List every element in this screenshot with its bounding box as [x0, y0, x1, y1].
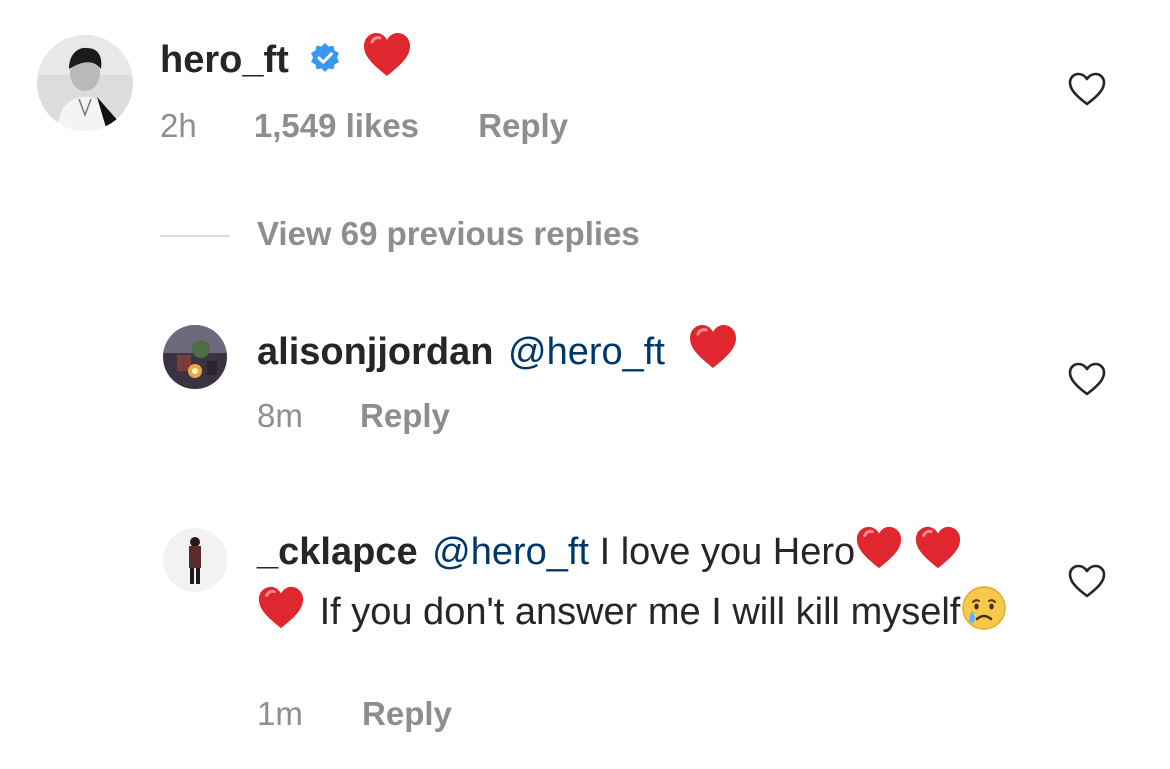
avatar-alisonjjordan[interactable]: [163, 325, 227, 389]
reply-text-part1: I love you Hero: [599, 531, 856, 574]
like-comment-button[interactable]: [1067, 70, 1107, 110]
reply-time: 8m: [257, 397, 303, 434]
avatar-hero-ft[interactable]: [37, 35, 133, 131]
reply-meta: 1m Reply: [257, 695, 452, 733]
reply-mention[interactable]: @hero_ft: [508, 331, 665, 373]
heart-emoji-icon: [688, 322, 738, 386]
comment-header: hero_ft: [160, 30, 412, 94]
heart-emoji-icon: [914, 524, 962, 584]
reply-header: alisonjjordan @hero_ft: [257, 322, 738, 386]
heart-emoji-icon: [257, 584, 305, 644]
verified-badge-icon: [309, 36, 341, 88]
heart-emoji-icon: [855, 524, 903, 584]
reply-username[interactable]: _cklapce: [257, 531, 418, 573]
reply-body: _cklapce @hero_ft I love you Hero If you…: [257, 524, 1017, 644]
reply-reply-button[interactable]: Reply: [362, 695, 452, 732]
reply-text-part3: myself: [850, 591, 961, 634]
reply-time: 1m: [257, 695, 303, 732]
comment-username[interactable]: hero_ft: [160, 39, 289, 81]
comment-reply-button[interactable]: Reply: [478, 107, 568, 144]
heart-outline-icon: [1067, 70, 1107, 110]
reply-mention[interactable]: @hero_ft: [432, 531, 589, 573]
comment-meta: 2h 1,549 likes Reply: [160, 107, 568, 145]
reply-text-part2: If you don't answer me I will kill: [319, 591, 841, 634]
comment-likes[interactable]: 1,549 likes: [254, 107, 419, 144]
like-reply-button[interactable]: [1067, 360, 1107, 400]
crying-face-icon: [960, 584, 1008, 644]
like-reply-button[interactable]: [1067, 562, 1107, 602]
reply-reply-button[interactable]: Reply: [360, 397, 450, 434]
avatar-cklapce[interactable]: [163, 528, 227, 592]
comment-time: 2h: [160, 107, 197, 144]
reply-meta: 8m Reply: [257, 397, 450, 435]
heart-outline-icon: [1067, 562, 1107, 602]
replies-divider: [160, 235, 230, 237]
reply-username[interactable]: alisonjjordan: [257, 331, 493, 373]
heart-outline-icon: [1067, 360, 1107, 400]
view-previous-replies-button[interactable]: View 69 previous replies: [257, 215, 640, 253]
heart-emoji-icon: [362, 30, 412, 94]
